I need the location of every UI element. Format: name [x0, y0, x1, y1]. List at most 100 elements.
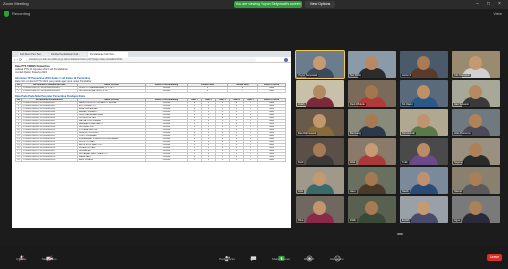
table-cell: 1234567890020 3578030801020 [21, 158, 78, 163]
participant-name: Anton S [401, 74, 413, 77]
table-cell: 1234567890124 / 3578030801000002 [21, 88, 78, 93]
participant-face [469, 56, 482, 70]
participant-name: Agus [453, 219, 461, 222]
participant-face [313, 85, 326, 99]
participant-face [417, 114, 430, 128]
participant-face [313, 201, 326, 215]
participant-face [469, 85, 482, 99]
participant-tile[interactable]: Agus [452, 196, 500, 223]
view-options-button[interactable]: View Options [305, 1, 335, 8]
record-button[interactable]: Record [294, 249, 324, 262]
participant-face [469, 172, 482, 186]
participant-tile[interactable]: Nanik [400, 167, 448, 194]
participant-name: Hari Susanto [453, 103, 470, 106]
participant-tile[interactable]: Bambang [348, 109, 396, 136]
participant-face [365, 172, 378, 186]
participant-tile[interactable]: Endah [400, 196, 448, 223]
participant-name: Bambang [349, 132, 363, 135]
participant-tile[interactable]: Rina [296, 196, 344, 223]
leave-button[interactable]: Leave [487, 254, 502, 261]
participant-name: Heru [349, 190, 357, 193]
participant-tile[interactable]: Sugeng [452, 138, 500, 165]
participant-tile[interactable]: Sri Utami [400, 80, 448, 107]
participant-face [469, 114, 482, 128]
participant-name: Tutik [401, 161, 409, 164]
participant-tile[interactable]: Anton S [400, 51, 448, 78]
share-screen-button[interactable]: Share Screen [266, 249, 296, 261]
table-cell: NIDYA KESUMA DEWI, S.Pd. [77, 88, 146, 93]
participant-name: Indah [297, 103, 306, 106]
participant-tile[interactable]: Didik [348, 196, 396, 223]
table-cell: 1 [243, 158, 258, 163]
participant-face [365, 85, 378, 99]
close-icon[interactable]: × [498, 1, 501, 7]
summary-table: No No Identitas Pendaftar/NIP/NRP Nama Pes… [15, 82, 286, 93]
table-cell: 3 [215, 158, 230, 163]
minimize-icon[interactable]: – [476, 1, 479, 7]
reactions-button[interactable]: Reactions [322, 249, 352, 262]
table-cell: Valid [257, 158, 286, 163]
participants-icon [224, 249, 231, 262]
gallery-page-indicator[interactable] [397, 233, 403, 235]
participant-tile[interactable]: Tutik [400, 138, 448, 165]
participant-tile[interactable]: Heru [348, 167, 396, 194]
security-shield-icon[interactable] [4, 11, 9, 17]
toolbar-label: Unmute [15, 257, 27, 261]
table-cell: Peserta [145, 88, 188, 93]
toolbar-label: Start Video [41, 257, 57, 261]
title-bar: Zoom Meeting You are viewing Yuyun Setyo… [0, 0, 508, 9]
participant-name: Nur Rofiq [349, 74, 362, 77]
participant-name: Lilis Marwanti [453, 74, 471, 77]
chat-icon [250, 249, 257, 262]
share-screen-icon [277, 249, 285, 261]
table-cell: 3 [201, 158, 216, 163]
participant-tile[interactable]: Rudi [296, 138, 344, 165]
participant-tile[interactable]: Joko Purnomo [452, 109, 500, 136]
participant-face [313, 56, 326, 70]
toolbar-label: Chat [249, 257, 257, 261]
participant-name: Dedi Widodo [349, 103, 366, 106]
web-page-content: Data PTS TERBS Pemeriksa Jadwal PTS 31 A… [15, 65, 289, 163]
participant-video-grid: Yuyun Setyowati Nur Rofiq Anton S Lilis Mar… [295, 50, 502, 223]
participant-face [313, 114, 326, 128]
microphone-icon [18, 249, 25, 262]
back-icon[interactable]: ‹ › ⟳ [14, 57, 22, 62]
participant-tile[interactable]: Lilis Marwanti [452, 51, 500, 78]
table-cell: 3 [229, 158, 244, 163]
view-button[interactable]: View [493, 11, 502, 16]
participant-name: Sri Utami [401, 103, 414, 106]
maximize-icon[interactable]: □ [487, 1, 490, 7]
table-cell: Peserta [145, 158, 188, 163]
participant-tile[interactable]: Siti Aminah [400, 109, 448, 136]
participant-tile[interactable]: Indah [296, 80, 344, 107]
shared-screen: Kab Meni Peni Sel... Panitia Pendaftaran… [12, 51, 291, 228]
participant-face [313, 172, 326, 186]
participant-face [417, 56, 430, 70]
participant-tile[interactable]: Dedi Widodo [348, 80, 396, 107]
participant-face [365, 56, 378, 70]
screen-share-status: You are viewing Yuyun Setyowati's screen [234, 1, 302, 8]
meeting-toolbar: Leave Unmute Start Video Participants Chat S… [0, 246, 508, 269]
participant-tile[interactable]: Wati [348, 138, 396, 165]
profile-icon[interactable] [284, 58, 288, 62]
participant-face [417, 201, 430, 215]
participant-face [365, 114, 378, 128]
unmute-button[interactable]: Unmute [6, 249, 36, 262]
participant-name: Eka Rahmawati [297, 132, 318, 135]
participant-tile[interactable]: Nur Rofiq [348, 51, 396, 78]
table-cell: 3 [187, 88, 228, 93]
page-subheading: Jumlah Rekor Peserta 2021 [15, 71, 48, 75]
url-field[interactable]: siswanto.pn-kab.kemdikbud.go.id/pendafta… [26, 58, 256, 62]
participant-tile[interactable]: Yuyun Setyowati [295, 50, 345, 79]
chat-button[interactable]: Chat [238, 249, 268, 262]
participant-tile[interactable]: Anik [296, 167, 344, 194]
table-row: 2 1234567890124 / 3578030801000002 NIDYA K… [15, 88, 286, 93]
participant-name: Wati [349, 161, 357, 164]
participant-face [365, 201, 378, 215]
participant-tile[interactable]: Slamet [452, 167, 500, 194]
participant-face [417, 172, 430, 186]
video-camera-icon [45, 249, 53, 262]
participant-tile[interactable]: Hari Susanto [452, 80, 500, 107]
start-video-button[interactable]: Start Video [34, 249, 64, 262]
participant-tile[interactable]: Eka Rahmawati [296, 109, 344, 136]
